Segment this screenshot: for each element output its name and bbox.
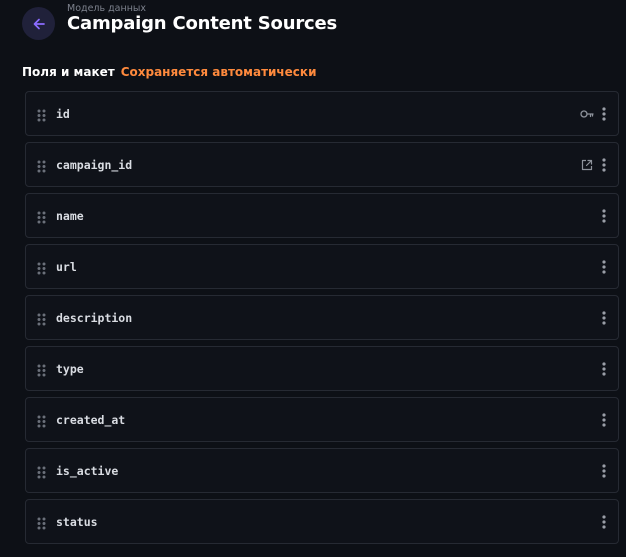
more-options-icon[interactable] — [599, 412, 609, 428]
more-options-icon[interactable] — [599, 463, 609, 479]
drag-handle-icon[interactable] — [37, 413, 46, 428]
field-row-id[interactable]: id — [25, 91, 619, 136]
drag-handle-icon[interactable] — [37, 311, 46, 326]
field-row-description[interactable]: description — [25, 295, 619, 340]
field-list: id campaign_id name url description type… — [25, 91, 619, 550]
field-row-status[interactable]: status — [25, 499, 619, 544]
more-options-icon[interactable] — [599, 208, 609, 224]
field-name: name — [56, 208, 84, 223]
more-options-icon[interactable] — [599, 106, 609, 122]
field-row-campaign-id[interactable]: campaign_id — [25, 142, 619, 187]
drag-handle-icon[interactable] — [37, 158, 46, 173]
drag-handle-icon[interactable] — [37, 107, 46, 122]
field-name: campaign_id — [56, 157, 133, 172]
more-options-icon[interactable] — [599, 514, 609, 530]
field-name: created_at — [56, 412, 126, 427]
more-options-icon[interactable] — [599, 361, 609, 377]
external-link-icon[interactable] — [579, 157, 594, 172]
key-icon — [579, 106, 594, 121]
section-title: Поля и макет — [22, 65, 115, 79]
field-name: url — [56, 259, 77, 274]
field-row-is-active[interactable]: is_active — [25, 448, 619, 493]
drag-handle-icon[interactable] — [37, 515, 46, 530]
field-row-name[interactable]: name — [25, 193, 619, 238]
field-row-type[interactable]: type — [25, 346, 619, 391]
field-name: status — [56, 514, 98, 529]
arrow-left-icon — [33, 18, 45, 29]
data-model-page: Модель данных Campaign Content Sources П… — [0, 0, 626, 557]
autosave-status: Сохраняется автоматически — [120, 65, 317, 79]
drag-handle-icon[interactable] — [37, 464, 46, 479]
more-options-icon[interactable] — [599, 310, 609, 326]
field-name: is_active — [56, 463, 119, 478]
more-options-icon[interactable] — [599, 259, 609, 275]
section-header: Поля и макет Сохраняется автоматически — [22, 64, 316, 80]
field-row-created-at[interactable]: created_at — [25, 397, 619, 442]
field-name: type — [56, 361, 84, 376]
field-name: description — [56, 310, 133, 325]
field-name: id — [56, 106, 70, 121]
field-row-url[interactable]: url — [25, 244, 619, 289]
back-button[interactable] — [22, 7, 55, 40]
drag-handle-icon[interactable] — [37, 260, 46, 275]
page-title: Campaign Content Sources — [67, 13, 337, 34]
more-options-icon[interactable] — [599, 157, 609, 173]
drag-handle-icon[interactable] — [37, 209, 46, 224]
drag-handle-icon[interactable] — [37, 362, 46, 377]
